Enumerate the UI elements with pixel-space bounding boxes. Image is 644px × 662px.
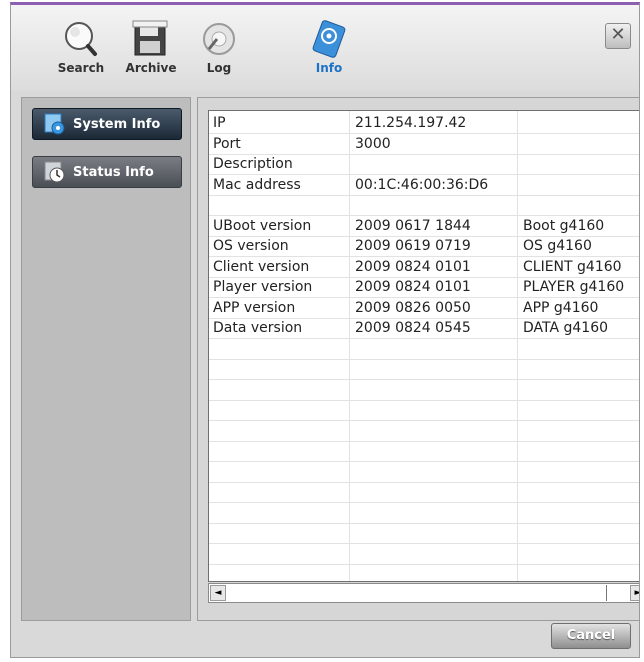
table-row: [209, 482, 639, 503]
table-cell: IP: [213, 115, 226, 131]
table-cell: PLAYER g4160: [523, 279, 625, 295]
arrow-left-icon: ◄: [214, 588, 222, 598]
table-row: Mac address 00:1C:46:00:36:D6: [209, 175, 639, 196]
toolbar-log-label: Log: [206, 61, 232, 75]
toolbar-info-button[interactable]: Info: [297, 19, 361, 89]
table-row: [209, 359, 639, 380]
sidebar-item-status-info[interactable]: Status Info: [32, 156, 182, 188]
horizontal-scrollbar[interactable]: ◄ ►: [208, 583, 639, 603]
info-window: Search Archive Log Info ✕ System Info St…: [10, 2, 640, 658]
table-cell: 2009 0826 0050: [355, 299, 471, 316]
system-gear-icon: [44, 113, 65, 135]
toolbar: Search Archive Log Info ✕: [11, 5, 639, 91]
info-table: IP 211.254.197.42 Port 3000 Description Mac a…: [208, 110, 640, 582]
table-cell: Player version: [213, 279, 313, 295]
table-cell: Mac address: [213, 176, 301, 193]
table-cell: APP version: [213, 299, 296, 316]
toolbar-archive-button[interactable]: Archive: [119, 19, 183, 89]
scroll-left-button[interactable]: ◄: [210, 585, 226, 601]
table-row: [209, 441, 639, 462]
table-row: [209, 400, 639, 421]
table-cell: UBoot version: [213, 217, 312, 234]
table-cell: Client version: [213, 258, 310, 275]
table-cell: Description: [213, 156, 293, 172]
table-cell: 2009 0824 0101: [355, 279, 471, 295]
table-row: Player version 2009 0824 0101 PLAYER g4160: [209, 277, 639, 298]
scroll-right-button[interactable]: ►: [630, 585, 639, 601]
table-row: [209, 339, 639, 360]
table-cell: 2009 0619 0719: [355, 238, 471, 254]
sidebar-item-system-info[interactable]: System Info: [32, 108, 182, 140]
table-row: [209, 195, 639, 216]
table-cell: OS version: [213, 238, 289, 254]
status-clock-icon: [44, 161, 65, 183]
close-icon: ✕: [610, 24, 626, 45]
table-cell: Port: [213, 135, 241, 152]
table-row: APP version 2009 0826 0050 APP g4160: [209, 298, 639, 319]
archive-disk-icon: [132, 20, 168, 56]
toolbar-archive-label: Archive: [125, 61, 177, 75]
table-row: Description: [209, 154, 639, 175]
table-row: Data version 2009 0824 0545 DATA g4160: [209, 318, 639, 339]
table-cell: APP g4160: [523, 299, 599, 316]
table-cell: Boot g4160: [523, 217, 605, 234]
table-cell: 2009 0617 1844: [355, 217, 471, 234]
sidebar: System Info Status Info: [21, 97, 191, 621]
column-divider: [639, 111, 640, 581]
system-info-panel: IP 211.254.197.42 Port 3000 Description Mac a…: [197, 97, 640, 621]
table-row: [209, 544, 639, 565]
table-cell: 2009 0824 0545: [355, 320, 471, 336]
table-cell: Data version: [213, 320, 303, 336]
toolbar-log-button[interactable]: Log: [187, 19, 251, 89]
cancel-button[interactable]: Cancel: [551, 623, 631, 649]
sidebar-item-label: Status Info: [73, 164, 154, 180]
table-row: [209, 462, 639, 483]
table-row: OS version 2009 0619 0719 OS g4160: [209, 236, 639, 257]
table-row: [209, 421, 639, 442]
info-icon: [312, 20, 346, 58]
close-button[interactable]: ✕: [605, 23, 631, 49]
toolbar-search-button[interactable]: Search: [49, 19, 113, 89]
table-cell: OS g4160: [523, 238, 592, 254]
table-row: UBoot version 2009 0617 1844 Boot g4160: [209, 216, 639, 237]
table-cell: 211.254.197.42: [355, 115, 467, 131]
log-icon: [203, 23, 235, 55]
table-cell: DATA g4160: [523, 320, 609, 336]
toolbar-search-label: Search: [57, 61, 105, 75]
toolbar-info-label: Info: [315, 61, 343, 75]
arrow-right-icon: ►: [635, 588, 639, 598]
magnifier-icon: [65, 22, 97, 56]
table-row: [209, 380, 639, 401]
table-row: IP 211.254.197.42: [209, 113, 639, 134]
table-cell: 3000: [355, 135, 391, 152]
sidebar-item-label: System Info: [73, 116, 161, 132]
table-row: [209, 503, 639, 524]
table-row: [209, 523, 639, 544]
table-row: Port 3000: [209, 134, 639, 155]
table-cell: 2009 0824 0101: [355, 258, 471, 275]
table-cell: CLIENT g4160: [523, 258, 622, 275]
table-row: Client version 2009 0824 0101 CLIENT g4160: [209, 257, 639, 278]
table-cell: 00:1C:46:00:36:D6: [355, 176, 489, 193]
scroll-thumb[interactable]: [589, 585, 607, 601]
